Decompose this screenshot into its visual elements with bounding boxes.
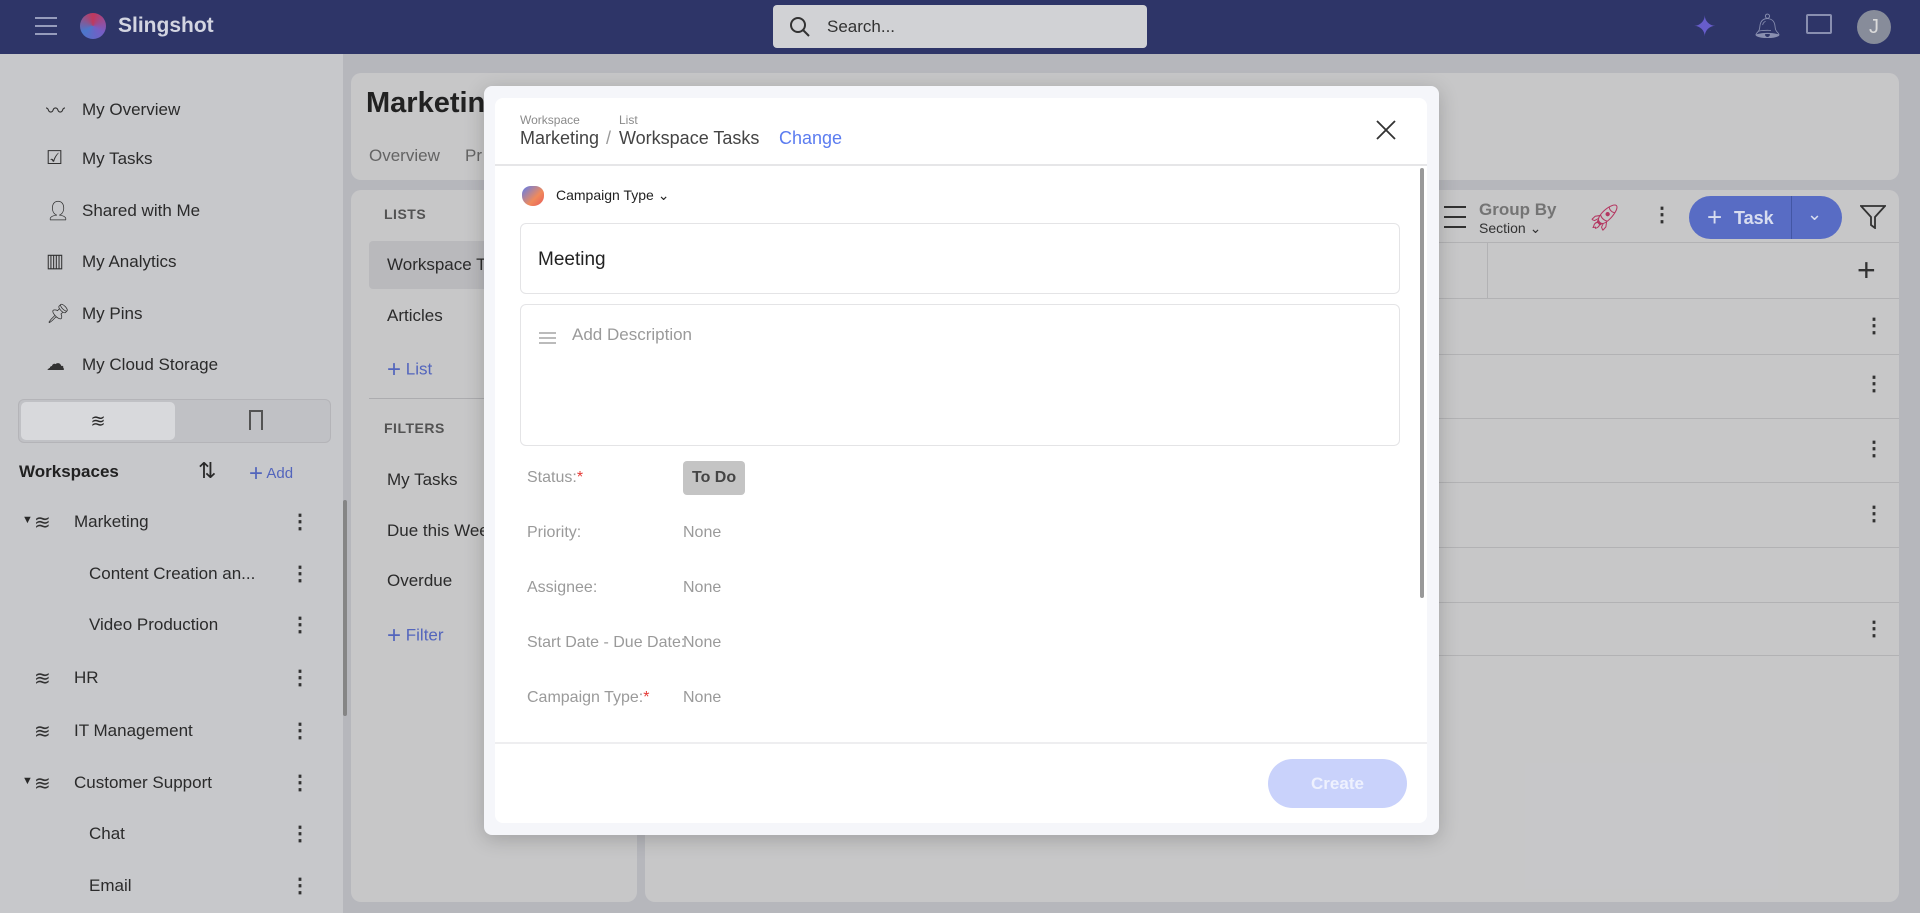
status-badge[interactable]: To Do xyxy=(683,461,746,495)
description-input[interactable]: Add Description xyxy=(520,304,1400,446)
header-divider xyxy=(495,164,1427,166)
modal-card: Workspace Marketing / List Workspace Tas… xyxy=(495,98,1427,823)
workspace-caption: Workspace xyxy=(520,113,580,127)
list-caption: List xyxy=(619,113,638,127)
task-title-value: Meeting xyxy=(538,249,606,270)
field-value[interactable]: None xyxy=(683,524,721,542)
field-label: Status:* xyxy=(527,469,584,486)
field-label: Priority: xyxy=(527,524,582,541)
text-lines-icon xyxy=(539,332,556,344)
handshake-icon xyxy=(522,186,544,206)
footer-divider xyxy=(495,742,1427,744)
change-link[interactable]: Change xyxy=(779,128,842,149)
field-label: Start Date - Due Date: xyxy=(527,634,686,651)
task-type-label: Campaign Type xyxy=(556,187,654,203)
create-task-modal: Workspace Marketing / List Workspace Tas… xyxy=(484,86,1439,835)
field-value[interactable]: None xyxy=(683,579,721,597)
required-marker: * xyxy=(643,689,650,706)
close-icon[interactable] xyxy=(1376,120,1396,140)
modal-scrollbar[interactable] xyxy=(1420,168,1424,598)
field-label: Assignee: xyxy=(527,579,598,596)
task-type-selector[interactable]: Campaign Type ⌄ xyxy=(556,187,669,204)
description-placeholder: Add Description xyxy=(572,325,693,344)
field-value[interactable]: None xyxy=(683,689,721,707)
breadcrumb-separator: / xyxy=(606,128,612,148)
workspace-name: Marketing xyxy=(520,128,600,148)
list-name: Workspace Tasks xyxy=(619,128,760,148)
field-value[interactable]: None xyxy=(683,634,721,652)
field-label: Campaign Type:* xyxy=(527,689,650,706)
required-marker: * xyxy=(576,469,584,486)
create-button[interactable]: Create xyxy=(1268,759,1407,808)
task-title-input[interactable]: Meeting xyxy=(520,223,1400,294)
